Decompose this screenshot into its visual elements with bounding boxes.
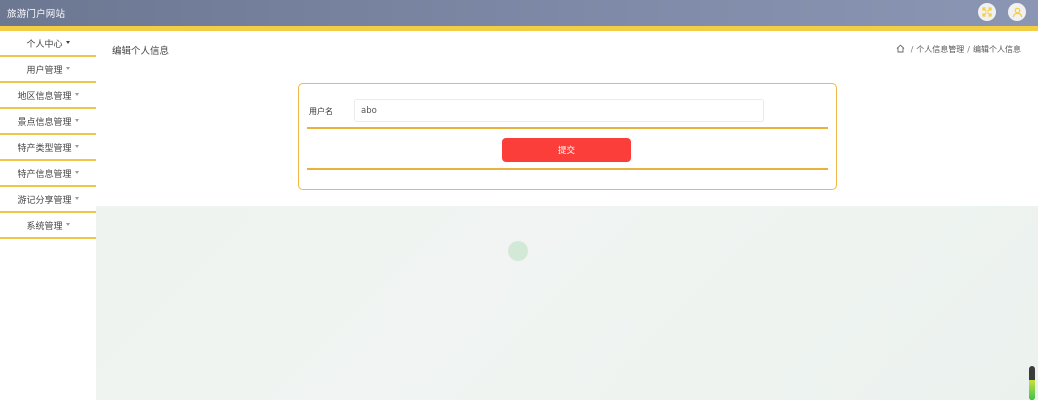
breadcrumb-item-current: 编辑个人信息 [973,45,1021,54]
sidebar-item-label: 特产信息管理 [17,169,72,180]
chevron-down-icon [74,196,79,200]
sidebar-item-personal-center[interactable]: 个人中心 [0,31,96,57]
home-icon[interactable] [896,44,905,55]
chevron-down-icon [65,66,70,70]
breadcrumb-item[interactable]: 个人信息管理 [916,44,964,55]
sidebar-item-scenic-spot-management[interactable]: 景点信息管理 [0,109,96,135]
chevron-down-icon [74,92,79,96]
background-panel [96,206,1038,400]
scroll-indicator [1029,366,1035,400]
chevron-down-icon [65,40,70,44]
breadcrumb-separator: / [910,45,914,54]
chevron-down-icon [74,144,79,148]
breadcrumb-separator: / [967,45,970,54]
sidebar-item-user-management[interactable]: 用户管理 [0,57,96,83]
username-input[interactable] [354,99,764,122]
user-avatar-icon[interactable] [1008,3,1026,21]
sidebar-item-specialty-info-management[interactable]: 特产信息管理 [0,161,96,187]
page-title: 编辑个人信息 [112,46,170,57]
username-label: 用户名 [309,107,333,116]
sidebar-item-label: 用户管理 [26,65,63,76]
sidebar-item-label: 地区信息管理 [17,91,72,102]
fullscreen-icon[interactable] [978,3,996,21]
sidebar-item-label: 系统管理 [26,221,63,232]
sidebar-item-specialty-type-management[interactable]: 特产类型管理 [0,135,96,161]
form-divider [307,168,828,170]
chevron-down-icon [65,222,70,226]
decorative-dot [508,241,528,261]
sidebar: 个人中心 用户管理 地区信息管理 景点信息管理 特产类型管理 特产信息管理 游记… [0,31,96,400]
submit-button[interactable]: 提交 [502,138,631,162]
main-content: 编辑个人信息 / 个人信息管理 / 编辑个人信息 用户名 提交 [96,31,1038,400]
sidebar-item-system-management[interactable]: 系统管理 [0,213,96,239]
site-title: 旅游门户网站 [7,9,66,20]
sidebar-item-label: 特产类型管理 [17,143,72,154]
sidebar-item-label: 景点信息管理 [17,117,72,128]
scroll-indicator-fill [1029,379,1035,400]
top-bar: 旅游门户网站 [0,0,1038,26]
profile-form: 用户名 提交 [298,83,837,190]
chevron-down-icon [74,170,79,174]
sidebar-item-travelogue-management[interactable]: 游记分享管理 [0,187,96,213]
breadcrumb: / 个人信息管理 / 编辑个人信息 [896,44,1021,55]
sidebar-item-label: 个人中心 [26,39,63,50]
form-divider [307,127,828,129]
chevron-down-icon [74,118,79,122]
sidebar-item-label: 游记分享管理 [17,195,72,206]
sidebar-item-region-management[interactable]: 地区信息管理 [0,83,96,109]
